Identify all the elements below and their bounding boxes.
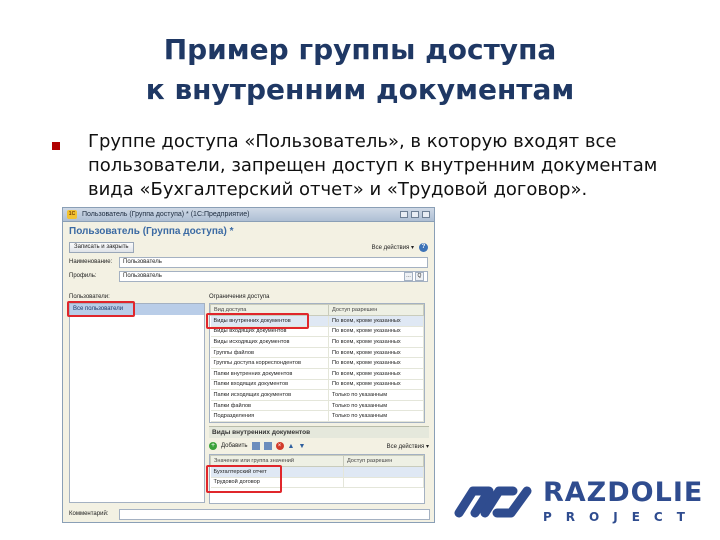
profile-value: Пользователь bbox=[123, 272, 162, 279]
bullet-line-1: Группе доступа «Пользователь», в которую… bbox=[88, 131, 617, 152]
table-row[interactable]: Группы файлов По всем, кроме указанных bbox=[210, 347, 424, 359]
doc-types-section-title: Виды внутренних документов bbox=[209, 426, 429, 438]
add-button[interactable]: Добавить bbox=[221, 443, 248, 449]
access-type-cell: Папки внутренних документов bbox=[210, 368, 329, 380]
access-type-cell: Группы доступа корреспондентов bbox=[210, 357, 329, 369]
help-icon[interactable]: ? bbox=[419, 243, 428, 252]
comment-row: Комментарий: bbox=[63, 507, 434, 521]
maximize-icon[interactable] bbox=[411, 211, 419, 218]
access-allowed-cell: Только по указанным bbox=[328, 400, 424, 412]
move-down-icon[interactable]: ▼ bbox=[298, 443, 305, 450]
users-list: Все пользователи bbox=[69, 303, 205, 503]
access-allowed-cell: Только по указанным bbox=[328, 389, 424, 401]
form-header: Пользователь (Группа доступа) * bbox=[63, 222, 434, 240]
logo-subtitle: PROJECT bbox=[543, 510, 699, 524]
bullet-text: Группе доступа «Пользователь», в которую… bbox=[88, 130, 708, 202]
doc-types-toolbar: + Добавить × ▲ ▼ Все действия ▾ bbox=[209, 440, 429, 452]
open-button-icon[interactable]: Q bbox=[415, 271, 424, 281]
table-row[interactable]: Папки внутренних документов По всем, кро… bbox=[210, 368, 424, 380]
access-types-label: Ограничения доступа bbox=[209, 294, 270, 300]
form-toolbar: Записать и закрыть Все действия ▾ ? bbox=[63, 240, 434, 255]
table-row[interactable]: Папки исходящих документов Только по ука… bbox=[210, 389, 424, 401]
highlight-users-frame bbox=[67, 301, 135, 317]
delete-icon[interactable]: × bbox=[275, 442, 284, 450]
bullet-line-3: вида «Бухгалтерский отчет» и «Трудовой д… bbox=[88, 179, 588, 200]
access-allowed-cell: По всем, кроме указанных bbox=[328, 347, 424, 359]
profile-row: Профиль: Пользователь … Q bbox=[63, 269, 434, 283]
doc-all-actions-menu[interactable]: Все действия ▾ bbox=[387, 443, 429, 450]
logo-name: RAZDOLIE bbox=[543, 477, 704, 508]
doc-allowed-cell bbox=[343, 466, 424, 478]
access-allowed-cell: Только по указанным bbox=[328, 410, 424, 422]
doc-allowed-cell bbox=[343, 477, 424, 489]
move-up-icon[interactable]: ▲ bbox=[288, 443, 295, 450]
window-controls bbox=[400, 211, 430, 218]
access-type-cell: Виды исходящих документов bbox=[210, 336, 329, 348]
access-type-cell: Подразделения bbox=[210, 410, 329, 422]
close-icon[interactable] bbox=[422, 211, 430, 218]
choose-button-icon[interactable]: … bbox=[404, 271, 413, 281]
bullet-square-icon bbox=[52, 142, 60, 150]
name-value: Пользователь bbox=[123, 258, 162, 265]
table-row[interactable]: Подразделения Только по указанным bbox=[210, 410, 424, 422]
highlight-access-type-frame bbox=[206, 313, 309, 329]
access-type-cell: Группы файлов bbox=[210, 347, 329, 359]
logo-text: RAZDOLIE PROJECT bbox=[543, 479, 703, 525]
table-row[interactable]: Папки файлов Только по указанным bbox=[210, 400, 424, 412]
users-label: Пользователи: bbox=[69, 294, 110, 300]
slide-title: Пример группы доступа к внутренним докум… bbox=[0, 30, 720, 110]
access-allowed-cell: По всем, кроме указанных bbox=[328, 357, 424, 369]
access-type-cell: Папки входящих документов bbox=[210, 379, 329, 391]
access-allowed-cell: По всем, кроме указанных bbox=[328, 368, 424, 380]
copy-icon[interactable] bbox=[251, 442, 260, 450]
form-title: Пользователь (Группа доступа) * bbox=[69, 226, 234, 237]
save-and-close-button[interactable]: Записать и закрыть bbox=[69, 242, 134, 253]
table-row[interactable]: Папки входящих документов По всем, кроме… bbox=[210, 379, 424, 391]
slide-title-line-2: к внутренним документам bbox=[145, 73, 575, 106]
bullet-line-2: пользователи, запрещен доступ к внутренн… bbox=[88, 155, 658, 176]
access-allowed-cell: По всем, кроме указанных bbox=[328, 315, 424, 327]
minimize-icon[interactable] bbox=[400, 211, 408, 218]
comment-field[interactable] bbox=[119, 508, 430, 520]
highlight-doc-values-frame bbox=[206, 465, 282, 493]
form-actions: Все действия ▾ ? bbox=[372, 243, 428, 252]
window-titlebar: 1C Пользователь (Группа доступа) * (1С:П… bbox=[63, 208, 434, 222]
access-type-cell: Папки файлов bbox=[210, 400, 329, 412]
name-label: Наименование: bbox=[69, 259, 113, 265]
access-allowed-cell: По всем, кроме указанных bbox=[328, 336, 424, 348]
table-row[interactable]: Группы доступа корреспондентов По всем, … bbox=[210, 357, 424, 369]
name-row: Наименование: Пользователь bbox=[63, 255, 434, 269]
access-group-window: 1C Пользователь (Группа доступа) * (1С:П… bbox=[62, 207, 435, 523]
window-title: Пользователь (Группа доступа) * (1С:Пред… bbox=[82, 211, 250, 218]
razdolie-mark-icon bbox=[454, 486, 532, 518]
access-col-allowed[interactable]: Доступ разрешен bbox=[327, 304, 424, 316]
app-logo-icon: 1C bbox=[67, 210, 77, 219]
access-type-cell: Папки исходящих документов bbox=[210, 389, 329, 401]
access-allowed-cell: По всем, кроме указанных bbox=[328, 379, 424, 391]
profile-label: Профиль: bbox=[69, 273, 97, 279]
profile-field[interactable]: Пользователь … Q bbox=[119, 270, 428, 282]
razdolie-logo: RAZDOLIE PROJECT bbox=[451, 479, 709, 525]
slide-title-line-1: Пример группы доступа bbox=[163, 33, 557, 66]
all-actions-menu[interactable]: Все действия ▾ bbox=[372, 244, 414, 251]
table-row[interactable]: Виды исходящих документов По всем, кроме… bbox=[210, 336, 424, 348]
add-icon[interactable]: + bbox=[209, 442, 217, 450]
access-allowed-cell: По всем, кроме указанных bbox=[328, 326, 424, 338]
edit-icon[interactable] bbox=[263, 442, 272, 450]
doc-col-allowed[interactable]: Доступ разрешен bbox=[342, 455, 424, 467]
name-field[interactable]: Пользователь bbox=[119, 256, 428, 268]
comment-label: Комментарий: bbox=[69, 511, 109, 517]
